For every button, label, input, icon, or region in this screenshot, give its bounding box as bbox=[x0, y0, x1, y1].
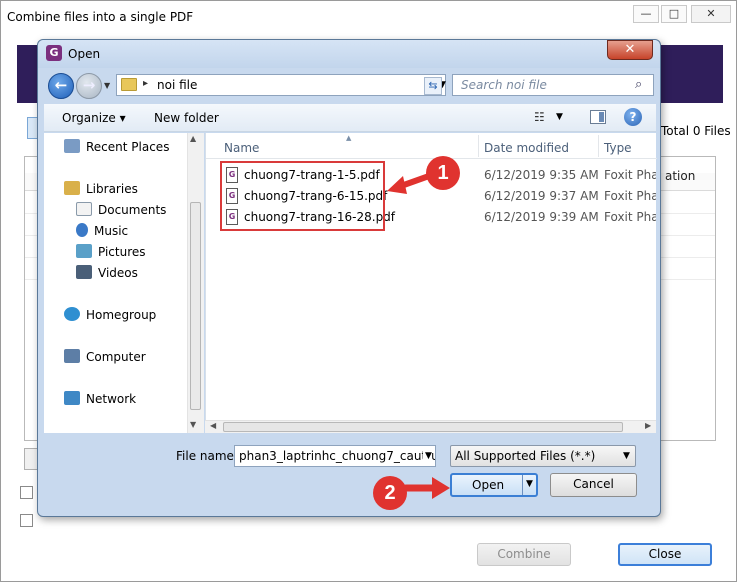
nav-homegroup[interactable]: Homegroup bbox=[64, 307, 156, 322]
nav-label: Music bbox=[94, 224, 129, 238]
combine-column-fragment: ation bbox=[665, 169, 696, 183]
combine-window-title: Combine files into a single PDF bbox=[7, 10, 194, 24]
total-files-count: Total 0 Files bbox=[661, 124, 731, 138]
scroll-left-icon[interactable]: ◀ bbox=[210, 421, 216, 430]
horizontal-scroll-thumb[interactable] bbox=[223, 422, 623, 432]
file-name-dropdown-icon[interactable]: ▼ bbox=[423, 451, 432, 461]
nav-computer[interactable]: Computer bbox=[64, 349, 146, 364]
step2-arrow-icon bbox=[404, 477, 450, 499]
file-name-label: File name: bbox=[176, 449, 238, 463]
nav-label: Documents bbox=[98, 203, 167, 217]
network-icon bbox=[64, 391, 80, 405]
help-icon[interactable]: ? bbox=[624, 108, 642, 126]
nav-videos[interactable]: Videos bbox=[76, 265, 138, 280]
nav-pictures[interactable]: Pictures bbox=[76, 244, 146, 259]
view-dropdown-icon[interactable]: ▼ bbox=[556, 112, 563, 122]
option-checkbox[interactable] bbox=[20, 514, 33, 527]
preview-pane-icon[interactable] bbox=[590, 110, 606, 124]
file-type: Foxit PhantomPDF bbox=[604, 189, 656, 203]
column-header-type[interactable]: Type bbox=[604, 141, 632, 155]
breadcrumb-current-folder[interactable]: noi file bbox=[157, 78, 197, 92]
file-date: 6/12/2019 9:35 AM bbox=[484, 168, 599, 182]
pictures-icon bbox=[76, 244, 92, 258]
foxit-app-icon: G bbox=[46, 45, 62, 61]
navigation-pane: Recent Places Libraries Documents Music … bbox=[44, 133, 204, 433]
nav-label: Videos bbox=[98, 266, 138, 280]
close-button[interactable]: Close bbox=[618, 543, 712, 566]
step2-badge: 2 bbox=[373, 476, 407, 510]
open-button-label: Open bbox=[472, 478, 505, 492]
maximize-button[interactable]: □ bbox=[661, 5, 687, 23]
nav-network[interactable]: Network bbox=[64, 391, 136, 406]
file-type-filter-value: All Supported Files (*.*) bbox=[455, 449, 596, 463]
dialog-title: Open bbox=[68, 47, 101, 61]
combine-button[interactable]: Combine bbox=[477, 543, 571, 566]
search-placeholder: Search noi file bbox=[461, 78, 547, 92]
open-split-divider bbox=[522, 475, 523, 495]
search-input[interactable]: Search noi file ⌕ bbox=[452, 74, 654, 96]
file-type: Foxit PhantomPDF bbox=[604, 210, 656, 224]
files-highlight-box bbox=[220, 161, 385, 231]
scroll-down-icon[interactable]: ▼ bbox=[190, 420, 196, 429]
refresh-icon[interactable]: ⇆ bbox=[424, 77, 442, 95]
dialog-titlebar: G Open ✕ bbox=[38, 40, 660, 68]
back-arrow-icon[interactable]: ← bbox=[48, 73, 74, 99]
combine-titlebar: Combine files into a single PDF — □ ✕ bbox=[1, 1, 736, 31]
recent-places-icon bbox=[64, 139, 80, 153]
horizontal-scrollbar[interactable]: ◀ ▶ bbox=[205, 420, 656, 433]
column-divider[interactable] bbox=[598, 135, 599, 157]
search-icon[interactable]: ⌕ bbox=[635, 77, 642, 92]
nav-label: Pictures bbox=[98, 245, 146, 259]
nav-label: Computer bbox=[86, 350, 146, 364]
file-list-header: ▲ Name Date modified Type bbox=[206, 133, 657, 159]
folder-icon bbox=[121, 78, 137, 91]
nav-music[interactable]: Music bbox=[76, 223, 128, 238]
window-close-button[interactable]: ✕ bbox=[691, 5, 731, 23]
nav-documents[interactable]: Documents bbox=[76, 202, 166, 217]
organize-menu-button[interactable]: Organize ▾ bbox=[62, 111, 126, 125]
filter-dropdown-icon[interactable]: ▼ bbox=[623, 451, 630, 461]
column-header-date[interactable]: Date modified bbox=[484, 141, 569, 155]
music-icon bbox=[76, 223, 88, 237]
forward-arrow-icon[interactable]: → bbox=[76, 73, 102, 99]
nav-label: Recent Places bbox=[86, 140, 170, 154]
open-button[interactable]: Open ▼ bbox=[450, 473, 538, 497]
open-dropdown-icon[interactable]: ▼ bbox=[526, 479, 533, 489]
file-name-value: phan3_laptrinhc_chuong7_cautruc bbox=[239, 449, 436, 463]
address-bar[interactable]: ▸ noi file ▼ bbox=[116, 74, 446, 96]
dialog-close-button[interactable]: ✕ bbox=[607, 40, 653, 60]
nav-label: Network bbox=[86, 392, 137, 406]
new-folder-button[interactable]: New folder bbox=[154, 111, 219, 125]
nav-libraries[interactable]: Libraries bbox=[64, 181, 138, 196]
cancel-button[interactable]: Cancel bbox=[550, 473, 637, 497]
option-checkbox[interactable] bbox=[20, 486, 33, 499]
nav-scroll-thumb[interactable] bbox=[190, 202, 201, 410]
open-dialog: G Open ✕ ← → ▼ ▸ noi file ▼ ⇆ Search noi… bbox=[37, 39, 661, 517]
breadcrumb-chevron-icon[interactable]: ▸ bbox=[143, 78, 148, 89]
change-view-icon[interactable]: ☷ bbox=[534, 110, 545, 124]
dialog-toolbar: Organize ▾ New folder ☷ ▼ ? bbox=[44, 104, 656, 132]
column-header-name[interactable]: Name bbox=[224, 141, 259, 155]
libraries-icon bbox=[64, 181, 80, 195]
nav-recent-places[interactable]: Recent Places bbox=[64, 139, 169, 154]
homegroup-icon bbox=[64, 307, 80, 321]
minimize-button[interactable]: — bbox=[633, 5, 659, 23]
scroll-up-icon[interactable]: ▲ bbox=[190, 134, 196, 143]
history-dropdown-icon[interactable]: ▼ bbox=[104, 81, 110, 90]
column-divider[interactable] bbox=[478, 135, 479, 157]
nav-label: Libraries bbox=[86, 182, 138, 196]
step1-badge: 1 bbox=[426, 156, 460, 190]
sort-ascending-icon: ▲ bbox=[346, 134, 352, 142]
documents-icon bbox=[76, 202, 92, 216]
computer-icon bbox=[64, 349, 80, 363]
file-type: Foxit PhantomPDF bbox=[604, 168, 656, 182]
file-type-filter-select[interactable]: All Supported Files (*.*) ▼ bbox=[450, 445, 636, 467]
file-name-input[interactable]: phan3_laptrinhc_chuong7_cautruc ▼ bbox=[234, 445, 436, 467]
scroll-right-icon[interactable]: ▶ bbox=[645, 421, 651, 430]
nav-label: Homegroup bbox=[86, 308, 157, 322]
file-date: 6/12/2019 9:39 AM bbox=[484, 210, 599, 224]
file-date: 6/12/2019 9:37 AM bbox=[484, 189, 599, 203]
videos-icon bbox=[76, 265, 92, 279]
